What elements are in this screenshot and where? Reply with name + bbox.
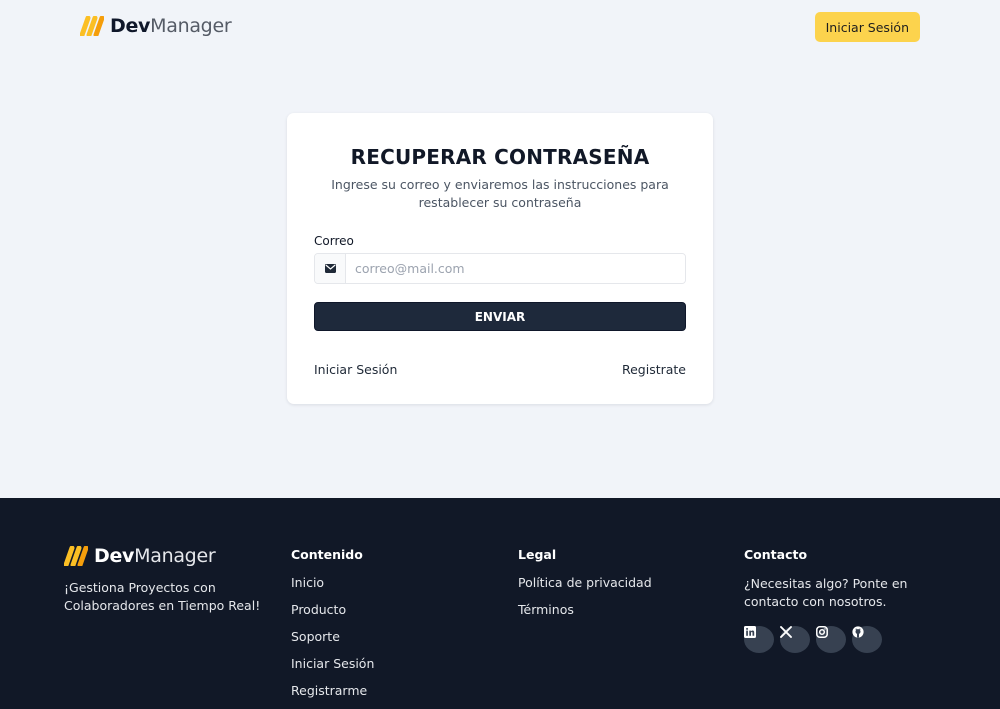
email-label: Correo — [314, 234, 354, 248]
footer-link-soporte[interactable]: Soporte — [291, 629, 374, 656]
footer-brand-name: DevManager — [94, 545, 216, 567]
email-field-group — [314, 253, 686, 284]
m-logo-icon — [64, 546, 88, 566]
password-recovery-card: RECUPERAR CONTRASEÑA Ingrese su correo y… — [287, 113, 713, 404]
linkedin-icon[interactable] — [744, 626, 774, 653]
register-link[interactable]: Registrate — [622, 362, 686, 377]
top-navbar: DevManager Iniciar Sesión — [0, 0, 1000, 54]
footer-column-contenido: Contenido Inicio Producto Soporte Inicia… — [291, 547, 374, 709]
footer-link-inicio[interactable]: Inicio — [291, 575, 374, 602]
footer-brand-logo[interactable]: DevManager — [64, 545, 216, 567]
github-icon[interactable] — [852, 626, 882, 653]
footer-link-registrarme[interactable]: Registrarme — [291, 683, 374, 709]
envelope-icon — [315, 254, 346, 283]
footer-column-contacto: Contacto ¿Necesitas algo? Ponte en conta… — [744, 547, 944, 653]
social-links — [744, 626, 944, 653]
m-logo-icon — [80, 16, 104, 36]
footer-link-producto[interactable]: Producto — [291, 602, 374, 629]
footer-heading-contacto: Contacto — [744, 547, 808, 562]
login-link[interactable]: Iniciar Sesión — [314, 362, 397, 377]
footer-link-terminos[interactable]: Términos — [518, 602, 652, 629]
brand-logo[interactable]: DevManager — [80, 15, 232, 37]
footer-heading-legal: Legal — [518, 547, 557, 562]
instagram-icon[interactable] — [816, 626, 846, 653]
page-title: RECUPERAR CONTRASEÑA — [350, 145, 650, 169]
footer-heading-contenido: Contenido — [291, 547, 363, 562]
page-footer: DevManager ¡Gestiona Proyectos con Colab… — [0, 498, 1000, 709]
submit-button[interactable]: ENVIAR — [314, 302, 686, 331]
footer-link-iniciar-sesion[interactable]: Iniciar Sesión — [291, 656, 374, 683]
footer-contact-text: ¿Necesitas algo? Ponte en contacto con n… — [744, 576, 908, 609]
footer-column-legal: Legal Política de privacidad Términos — [518, 547, 652, 629]
email-input[interactable] — [346, 254, 685, 283]
footer-link-privacidad[interactable]: Política de privacidad — [518, 575, 652, 602]
page-subtitle: Ingrese su correo y enviaremos las instr… — [331, 177, 669, 210]
header-login-button[interactable]: Iniciar Sesión — [814, 12, 920, 42]
footer-tagline: ¡Gestiona Proyectos con Colaboradores en… — [64, 580, 261, 613]
x-icon[interactable] — [780, 626, 810, 653]
brand-name: DevManager — [110, 15, 232, 37]
